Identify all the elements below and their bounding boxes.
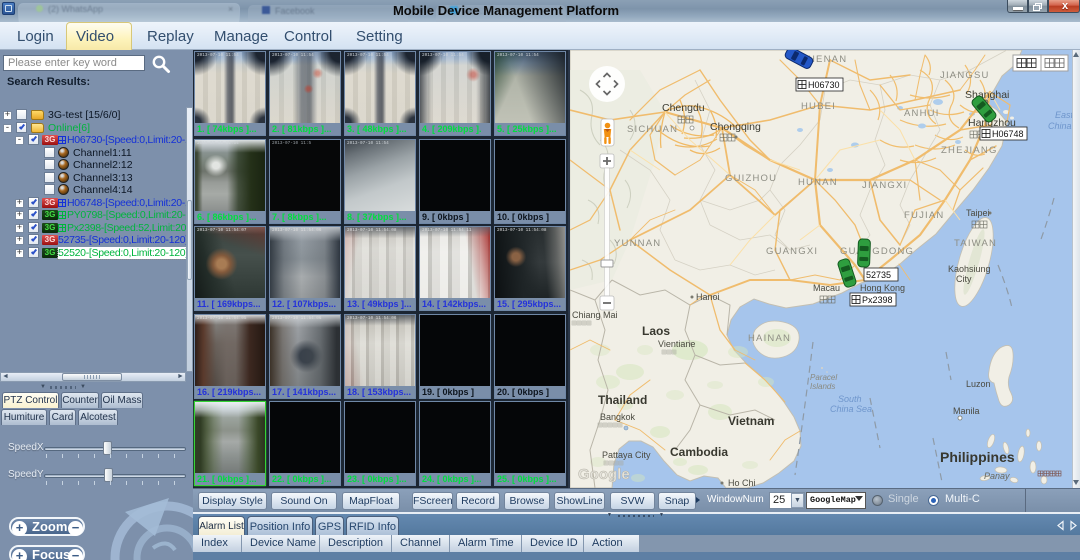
svg-text:Kaohsiung: Kaohsiung [948,264,991,274]
svg-text:Px2398: Px2398 [862,295,893,305]
svg-text:South: South [838,394,862,404]
svg-text:HENAN: HENAN [808,54,847,65]
svg-text:TAIWAN: TAIWAN [954,238,997,249]
svg-text:HUBEI: HUBEI [801,101,836,112]
svg-text:Thailand: Thailand [598,393,647,407]
svg-text:Philippines: Philippines [940,449,1015,465]
svg-text:Chongqing: Chongqing [710,121,761,133]
svg-text:Shanghai: Shanghai [965,89,1009,101]
svg-text:Bangkok: Bangkok [600,412,636,422]
svg-text:Paracel: Paracel [810,373,837,382]
svg-text:Manila: Manila [953,406,980,416]
svg-text:Ho Chi: Ho Chi [728,478,756,488]
svg-text:FUJIAN: FUJIAN [904,210,944,221]
svg-text:Taipei: Taipei [966,208,990,218]
svg-text:Hanoi: Hanoi [696,292,720,302]
svg-text:H06730: H06730 [808,80,840,90]
svg-text:JIANGXI: JIANGXI [862,180,907,191]
svg-text:GUIZHOU: GUIZHOU [725,173,777,184]
svg-text:Macau: Macau [813,283,840,293]
svg-text:GUANGDONG: GUANGDONG [840,246,914,257]
svg-text:China Sea: China Sea [830,404,872,414]
svg-text:HUNAN: HUNAN [798,177,838,188]
svg-text:Chiang Mai: Chiang Mai [572,310,618,320]
svg-text:Luzon: Luzon [966,379,991,389]
svg-text:HAINAN: HAINAN [748,333,791,344]
svg-text:Cambodia: Cambodia [670,445,728,459]
svg-text:SICHUAN: SICHUAN [627,124,678,135]
svg-text:JIANGSU: JIANGSU [940,70,990,81]
svg-text:H06748: H06748 [992,129,1024,139]
svg-text:East: East [1055,110,1074,120]
svg-text:Islands: Islands [810,382,835,391]
svg-text:Vietnam: Vietnam [728,414,774,428]
svg-text:Panay: Panay [984,471,1010,481]
svg-text:Google: Google [578,466,630,483]
svg-text:Chengdu: Chengdu [662,102,705,114]
svg-text:52735: 52735 [866,270,891,280]
svg-text:Pattaya City: Pattaya City [602,450,651,460]
svg-text:City: City [956,274,972,284]
svg-text:ANHUI: ANHUI [904,108,940,119]
svg-text:YUNNAN: YUNNAN [614,238,661,249]
svg-text:GUANGXI: GUANGXI [766,246,818,257]
svg-text:Vientiane: Vientiane [658,339,695,349]
svg-text:Laos: Laos [642,324,670,338]
svg-text:ZHEJIANG: ZHEJIANG [941,145,998,156]
svg-text:Hong Kong: Hong Kong [860,283,905,293]
